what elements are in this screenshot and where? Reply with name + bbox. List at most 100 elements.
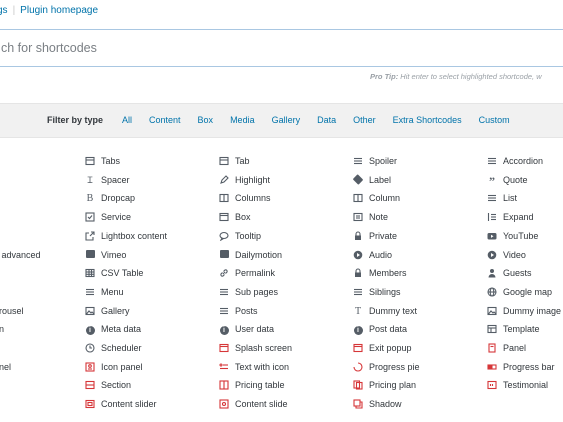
shortcode-item-google-map[interactable]: Google map: [487, 284, 552, 300]
shortcode-item-tabs[interactable]: Tabs: [85, 153, 120, 169]
shortcode-item-accordion[interactable]: Accordion: [487, 153, 543, 169]
shortcode-item-testimonial[interactable]: Testimonial: [487, 377, 548, 393]
filter-type-custom[interactable]: Custom: [479, 104, 510, 137]
shortcode-item-tooltip[interactable]: Tooltip: [219, 228, 261, 244]
tag-icon: [352, 173, 364, 185]
shortcode-item-highlight[interactable]: Highlight: [219, 172, 270, 188]
shortcode-item-content-slider[interactable]: Content slider: [85, 396, 157, 412]
shortcode-item-shadow[interactable]: Shadow: [353, 396, 402, 412]
shortcode-item-youtube[interactable]: YouTube: [487, 228, 538, 244]
shortcode-item-spoiler[interactable]: Spoiler: [353, 153, 397, 169]
shortcode-item-column[interactable]: Column: [353, 190, 400, 206]
link-icon: [219, 268, 229, 278]
shortcode-label: Note: [369, 212, 389, 223]
shortcode-item-meta-data[interactable]: i Meta data: [85, 321, 141, 337]
shortcode-label: Spacer: [101, 174, 130, 185]
shortcode-label: Splash screen: [235, 343, 293, 353]
shortcode-item-video[interactable]: Video: [487, 247, 526, 263]
shortcode-item-section[interactable]: Section: [85, 377, 131, 393]
shortcode-item-panel[interactable]: Panel: [487, 340, 526, 356]
pro-tip-text: Hit enter to select highlighted shortcod…: [398, 72, 542, 81]
filter-type-gallery[interactable]: Gallery: [272, 104, 301, 137]
shortcode-item-content-slide[interactable]: Content slide: [219, 396, 288, 412]
shortcode-label: Expand: [503, 212, 534, 223]
filter-type-all[interactable]: All: [122, 104, 132, 137]
play-circle-icon: [487, 250, 497, 260]
shortcode-item-progress-pie[interactable]: Progress pie: [353, 359, 420, 375]
pencil-icon: [219, 174, 229, 185]
shortcode-item-list[interactable]: List: [487, 190, 517, 206]
shortcode-label: Video: [503, 249, 526, 260]
pricing-plan-icon: [353, 380, 363, 390]
filter-type-content[interactable]: Content: [149, 104, 181, 137]
testimonial-icon: [487, 380, 497, 390]
shortcode-label: Content slider: [101, 399, 157, 410]
shortcode-item-dailymotion[interactable]: Dailymotion: [219, 247, 282, 263]
shortcode-item-post-data[interactable]: i Post data: [353, 321, 407, 337]
shortcode-label: Quote: [503, 174, 528, 185]
filter-type-extra-shortcodes[interactable]: Extra Shortcodes: [393, 104, 462, 137]
shortcode-item-template[interactable]: Template: [487, 321, 540, 337]
box-icon: [219, 212, 229, 222]
menu-icon: [85, 287, 95, 297]
shortcode-item-permalink[interactable]: Permalink: [219, 265, 275, 281]
shortcode-item-dummy-text[interactable]: T Dummy text: [353, 303, 417, 319]
shortcode-item-quote[interactable]: ” Quote: [487, 172, 528, 188]
shortcode-item-siblings[interactable]: Siblings: [353, 284, 401, 300]
shortcode-item-progress-bar[interactable]: Progress bar: [487, 359, 555, 375]
shortcode-item-box[interactable]: Box: [219, 209, 251, 225]
shortcode-item-dropcap[interactable]: B Dropcap: [85, 190, 135, 206]
shortcode-item-scheduler[interactable]: Scheduler: [85, 340, 142, 356]
shortcode-item-pricing-plan[interactable]: Pricing plan: [353, 377, 416, 393]
shortcode-label: Pricing plan: [369, 380, 417, 391]
shortcode-item-members[interactable]: Members: [353, 265, 407, 281]
filter-type-other[interactable]: Other: [353, 104, 376, 137]
shortcode-item-splash-screen[interactable]: Splash screen: [219, 340, 292, 356]
shortcode-item-posts[interactable]: Posts: [219, 303, 258, 319]
shortcode-item-tab[interactable]: Tab: [219, 153, 250, 169]
search-input[interactable]: ch for shortcodes: [0, 29, 563, 67]
filter-type-box[interactable]: Box: [198, 104, 214, 137]
plugin-homepage-link[interactable]: Plugin homepage: [20, 5, 98, 16]
shortcode-item-text-with-icon[interactable]: Text with icon: [219, 359, 289, 375]
shortcode-item-gallery[interactable]: Gallery: [85, 303, 130, 319]
shortcode-item-columns[interactable]: Columns: [219, 190, 271, 206]
shortcode-item-audio[interactable]: Audio: [353, 247, 392, 263]
spacer-icon: Ɪ: [87, 174, 93, 185]
shortcode-label: Google map: [503, 286, 553, 297]
filter-type-media[interactable]: Media: [230, 104, 255, 137]
shortcode-item-vimeo[interactable]: Vimeo: [85, 247, 126, 263]
shortcode-item-exit-popup[interactable]: Exit popup: [353, 340, 412, 356]
shortcode-item-service[interactable]: Service: [85, 209, 131, 225]
shortcode-item-csv-table[interactable]: CSV Table: [85, 265, 143, 281]
shortcode-item-menu[interactable]: Menu: [85, 284, 124, 300]
shortcode-item-sub-pages[interactable]: Sub pages: [219, 284, 278, 300]
shortcode-item-note[interactable]: Note: [353, 209, 388, 225]
info-icon: i: [219, 324, 229, 336]
shortcode-item-expand[interactable]: Expand: [487, 209, 534, 225]
shortcode-label: Spoiler: [369, 156, 398, 166]
shortcode-item-arousel[interactable]: arousel: [0, 303, 24, 319]
shortcode-item-dummy-image[interactable]: Dummy image: [487, 303, 561, 319]
settings-link[interactable]: gs: [0, 5, 8, 16]
shortcode-item-guests[interactable]: Guests: [487, 265, 532, 281]
shortcode-item-on[interactable]: on: [0, 321, 4, 337]
shortcode-item-spacer[interactable]: Ɪ Spacer: [85, 172, 130, 188]
shortcode-label: Scheduler: [101, 343, 142, 353]
shortcode-item-pricing-table[interactable]: Pricing table: [219, 377, 285, 393]
shortcode-item-label[interactable]: Label: [352, 172, 391, 188]
shortcode-item-icon-panel[interactable]: Icon panel: [85, 359, 143, 375]
filter-label: Filter by type: [47, 115, 104, 125]
shortcode-label: anel: [0, 361, 12, 372]
lock-icon: [353, 268, 363, 278]
shortcode-item-anel[interactable]: anel: [0, 359, 11, 375]
shortcode-label: Sub pages: [235, 286, 279, 297]
shortcode-item-user-data[interactable]: i User data: [219, 321, 274, 337]
shortcode-item-private[interactable]: Private: [353, 228, 397, 244]
shortcode-label: Pricing table: [235, 380, 285, 391]
shortcode-item-lightbox-content[interactable]: Lightbox content: [85, 228, 167, 244]
shortcode-label: Column: [369, 193, 401, 204]
shortcode-item-e-advanced[interactable]: e advanced: [0, 247, 41, 263]
filter-type-data[interactable]: Data: [317, 104, 336, 137]
link-separator: |: [12, 5, 16, 16]
